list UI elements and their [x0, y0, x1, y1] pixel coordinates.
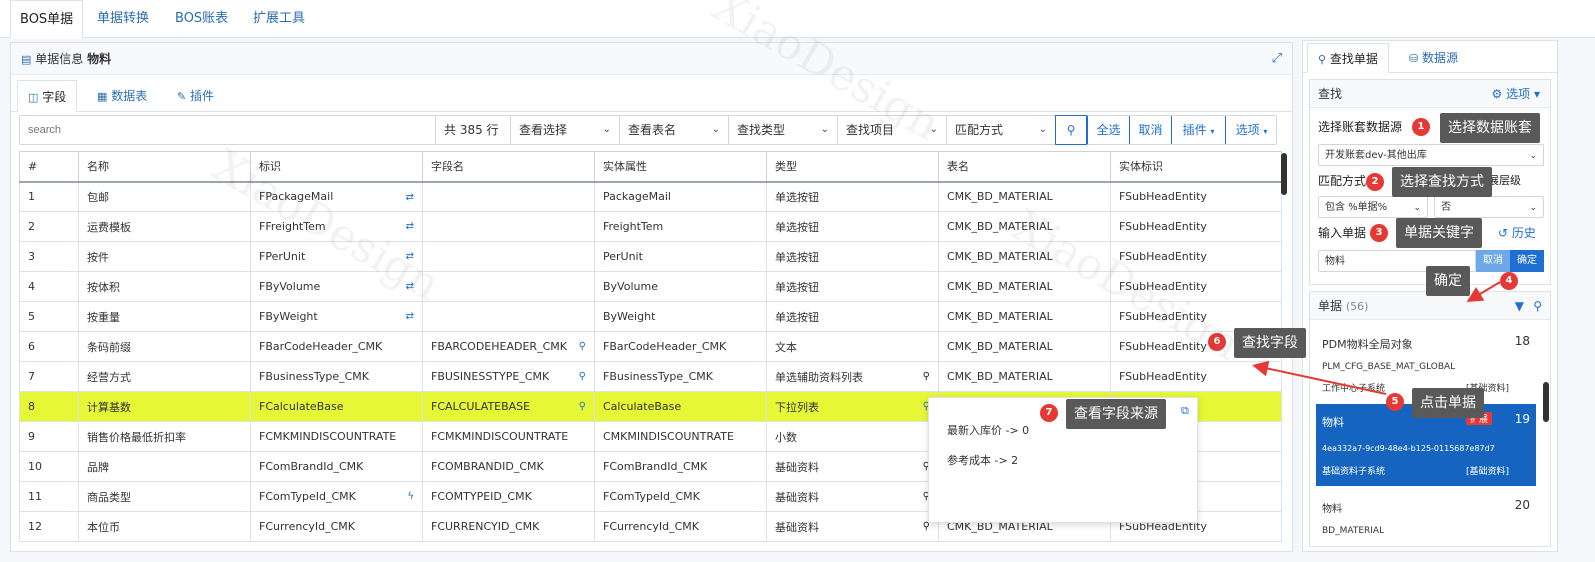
arrow-to-field — [1252, 360, 1387, 395]
annotation-arrows — [1252, 281, 1501, 395]
arrow-confirm — [1466, 281, 1501, 303]
